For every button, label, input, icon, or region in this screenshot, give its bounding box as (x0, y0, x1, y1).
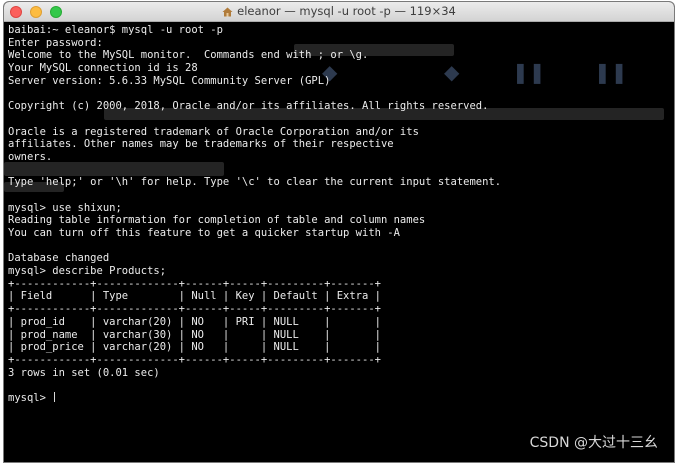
terminal-line: Type 'help;' or '\h' for help. Type '\c'… (8, 176, 502, 189)
terminal-line: affiliates. Other names may be trademark… (8, 138, 394, 151)
terminal-line: You can turn off this feature to get a q… (8, 227, 400, 239)
terminal-line: Database changed (8, 252, 110, 265)
terminal-line: Server version: 5.6.33 MySQL Community S… (8, 74, 331, 87)
terminal-line: mysql> describe Products; (8, 265, 167, 278)
window-title-text: eleanor — mysql -u root -p — 119×34 (237, 4, 456, 18)
window-title: eleanor — mysql -u root -p — 119×34 (4, 4, 674, 18)
terminal-line: | Field | Type | Null | Key | Default | … (8, 290, 381, 303)
terminal-line: Reading table information for completion… (8, 214, 426, 227)
terminal-line: Welcome to the MySQL monitor. Commands e… (8, 49, 369, 62)
terminal-line: baibai:~ eleanor$ mysql -u root -p (8, 24, 223, 36)
terminal-line: +------------+-------------+------+-----… (8, 353, 381, 366)
title-bar[interactable]: eleanor — mysql -u root -p — 119×34 (4, 2, 674, 22)
terminal-line: +------------+-------------+------+-----… (8, 303, 381, 316)
home-icon (222, 7, 233, 17)
terminal-line: Copyright (c) 2000, 2018, Oracle and/or … (8, 100, 489, 113)
terminal-line: Oracle is a registered trademark of Orac… (8, 125, 419, 138)
terminal-line: | prod_price | varchar(20) | NO | | NULL… (8, 341, 381, 354)
csdn-watermark: CSDN @大过十三幺 (529, 435, 658, 451)
terminal-output: baibai:~ eleanor$ mysql -u root -p Enter … (8, 24, 670, 405)
terminal-line: | prod_name | varchar(30) | NO | | NULL … (8, 328, 381, 341)
terminal-line: 3 rows in set (0.01 sec) (8, 366, 160, 379)
text-cursor (54, 391, 56, 402)
terminal-line: mysql> use shixun; (8, 201, 122, 214)
terminal-line: +------------+-------------+------+-----… (8, 277, 381, 290)
terminal-line: Your MySQL connection id is 28 (8, 62, 198, 75)
terminal-content[interactable]: ◆ ◆ ❚❚ ❚❚ baibai:~ eleanor$ mysql -u roo… (4, 22, 674, 462)
terminal-line: owners. (8, 150, 53, 163)
terminal-window: eleanor — mysql -u root -p — 119×34 ◆ ◆ … (4, 2, 674, 462)
terminal-line: mysql> (8, 391, 670, 405)
terminal-line: | prod_id | varchar(20) | NO | PRI | NUL… (8, 315, 381, 328)
terminal-line: Enter password: (8, 36, 103, 49)
